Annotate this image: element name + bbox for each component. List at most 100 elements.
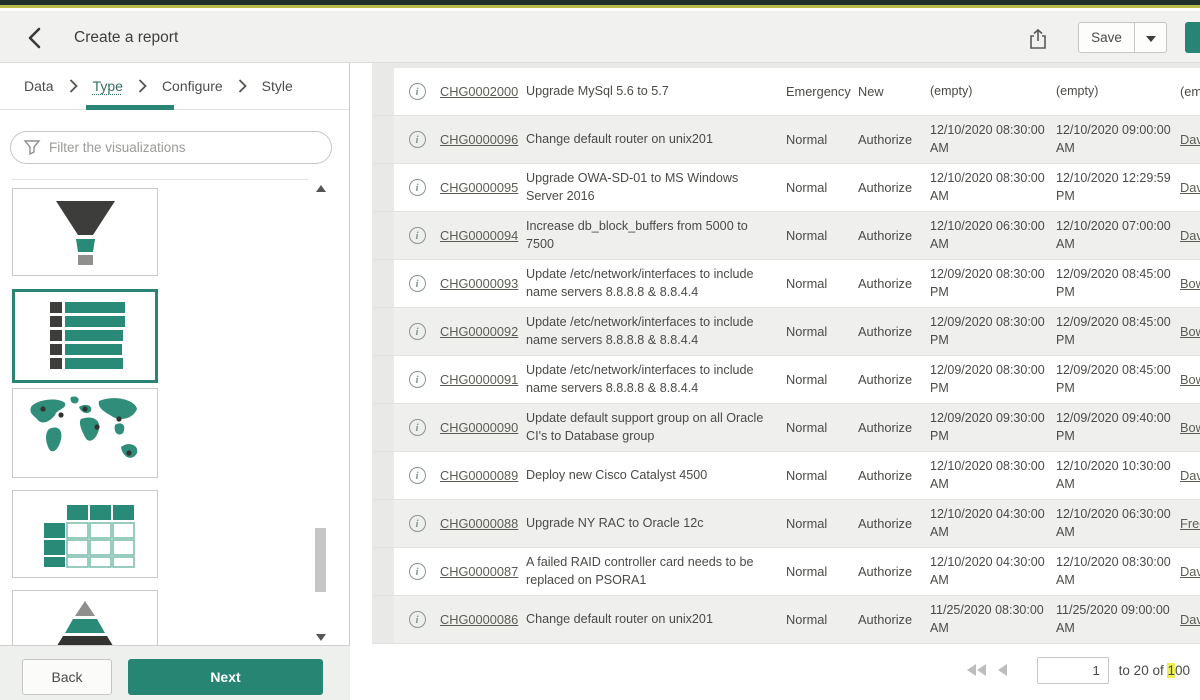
info-icon[interactable]	[409, 131, 426, 148]
info-icon[interactable]	[409, 227, 426, 244]
table-row: CHG0000088 Upgrade NY RAC to Oracle 12c …	[372, 500, 1200, 548]
planned-end-date-cell: 12/10/2020 07:00:00 AM	[1056, 218, 1174, 253]
save-dropdown-button[interactable]	[1134, 22, 1167, 53]
table-row: CHG0000096 Change default router on unix…	[372, 116, 1200, 164]
scroll-down-icon[interactable]	[316, 634, 326, 641]
info-icon[interactable]	[409, 83, 426, 100]
info-icon[interactable]	[409, 467, 426, 484]
pagination-range-label: to 20 of 100	[1119, 663, 1190, 678]
first-page-button[interactable]	[967, 664, 986, 676]
planned-end-date-cell: 12/10/2020 10:30:00 AM	[1056, 458, 1174, 493]
row-info-cell	[394, 131, 440, 148]
change-number-link[interactable]: CHG0000086	[440, 612, 518, 627]
page-number-input[interactable]	[1037, 657, 1109, 684]
priority-cell: Normal	[786, 419, 858, 437]
previous-page-button[interactable]	[998, 664, 1007, 676]
back-button[interactable]: Back	[22, 659, 112, 695]
next-button[interactable]: Next	[128, 659, 323, 695]
assigned-to-link[interactable]: Dav	[1180, 228, 1200, 243]
wizard-step-type[interactable]: Type	[93, 78, 123, 94]
info-icon[interactable]	[409, 419, 426, 436]
viz-thumbnail-funnel-chart[interactable]	[12, 188, 158, 276]
priority-cell: Normal	[786, 611, 858, 629]
change-number-cell: CHG0000086	[440, 611, 524, 629]
wizard-step-style[interactable]: Style	[262, 78, 293, 94]
change-number-cell: CHG0000090	[440, 419, 524, 437]
short-description-cell: Deploy new Cisco Catalyst 4500	[526, 467, 778, 485]
table-row: CHG0002000 Upgrade MySql 5.6 to 5.7 Emer…	[372, 68, 1200, 116]
funnel-filter-icon	[23, 139, 41, 156]
assigned-to-link[interactable]: Dav	[1180, 468, 1200, 483]
change-number-link[interactable]: CHG0000096	[440, 132, 518, 147]
info-icon[interactable]	[409, 611, 426, 628]
assigned-to-link[interactable]: Dav	[1180, 564, 1200, 579]
viz-thumbnail-list[interactable]	[12, 289, 158, 383]
page-title: Create a report	[74, 29, 178, 47]
info-icon[interactable]	[409, 323, 426, 340]
back-chevron-button[interactable]	[22, 24, 50, 52]
assigned-to-link[interactable]: Bow	[1180, 420, 1200, 435]
wizard-step-data[interactable]: Data	[24, 78, 54, 94]
viz-thumbnail-pyramid-chart[interactable]	[12, 590, 158, 645]
assigned-to-link: (empty)	[1180, 84, 1200, 99]
change-number-cell: CHG0000094	[440, 227, 524, 245]
priority-cell: Normal	[786, 131, 858, 149]
run-button-partial[interactable]	[1185, 22, 1200, 53]
filter-field-wrap	[10, 131, 332, 164]
change-number-cell: CHG0000088	[440, 515, 524, 533]
viz-scrollbar[interactable]	[313, 183, 328, 643]
save-button[interactable]: Save	[1078, 22, 1135, 53]
assigned-to-link[interactable]: Fred	[1180, 516, 1200, 531]
info-icon[interactable]	[409, 179, 426, 196]
wizard-step-configure[interactable]: Configure	[162, 78, 223, 94]
assigned-to-link[interactable]: Bow	[1180, 372, 1200, 387]
change-number-link[interactable]: CHG0000088	[440, 516, 518, 531]
change-number-link[interactable]: CHG0000094	[440, 228, 518, 243]
visualization-list	[0, 180, 349, 645]
change-number-cell: CHG0002000	[440, 83, 524, 101]
share-export-icon	[1026, 27, 1052, 51]
change-number-link[interactable]: CHG0000093	[440, 276, 518, 291]
assigned-to-link[interactable]: Dav	[1180, 132, 1200, 147]
row-info-cell	[394, 611, 440, 628]
change-number-link[interactable]: CHG0002000	[440, 84, 518, 99]
state-cell: Authorize	[858, 371, 928, 389]
change-number-link[interactable]: CHG0000095	[440, 180, 518, 195]
info-icon[interactable]	[409, 515, 426, 532]
row-gutter	[372, 260, 394, 307]
share-button[interactable]	[1026, 26, 1052, 52]
short-description-cell: Change default router on unix201	[526, 611, 778, 629]
assigned-to-link[interactable]: Dav	[1180, 180, 1200, 195]
table-row: CHG0000089 Deploy new Cisco Catalyst 450…	[372, 452, 1200, 500]
info-icon[interactable]	[409, 371, 426, 388]
planned-start-date-cell: 12/10/2020 08:30:00 AM	[930, 170, 1048, 205]
change-number-link[interactable]: CHG0000089	[440, 468, 518, 483]
row-gutter	[372, 164, 394, 211]
short-description-cell: A failed RAID controller card needs to b…	[526, 554, 778, 589]
assigned-to-link[interactable]: Bow	[1180, 324, 1200, 339]
row-info-cell	[394, 323, 440, 340]
scrollbar-thumb[interactable]	[315, 528, 326, 592]
double-left-arrow-icon	[967, 664, 976, 676]
world-map-icon	[15, 391, 155, 475]
change-number-link[interactable]: CHG0000091	[440, 372, 518, 387]
info-icon[interactable]	[409, 275, 426, 292]
priority-cell: Normal	[786, 515, 858, 533]
planned-start-date-cell: 12/10/2020 04:30:00 AM	[930, 506, 1048, 541]
viz-thumbnail-world-map[interactable]	[12, 388, 158, 478]
row-gutter	[372, 500, 394, 547]
planned-start-date-cell: 12/10/2020 08:30:00 AM	[930, 458, 1048, 493]
change-number-link[interactable]: CHG0000087	[440, 564, 518, 579]
change-number-link[interactable]: CHG0000092	[440, 324, 518, 339]
change-number-link[interactable]: CHG0000090	[440, 420, 518, 435]
assigned-to-link[interactable]: Dav	[1180, 612, 1200, 627]
scroll-up-icon[interactable]	[316, 185, 326, 192]
row-gutter	[372, 596, 394, 643]
row-info-cell	[394, 419, 440, 436]
change-number-cell: CHG0000095	[440, 179, 524, 197]
assigned-to-link[interactable]: Bow	[1180, 276, 1200, 291]
info-icon[interactable]	[409, 563, 426, 580]
viz-thumbnail-heatmap-table[interactable]	[12, 490, 158, 578]
filter-visualizations-input[interactable]	[10, 131, 332, 164]
row-info-cell	[394, 179, 440, 196]
